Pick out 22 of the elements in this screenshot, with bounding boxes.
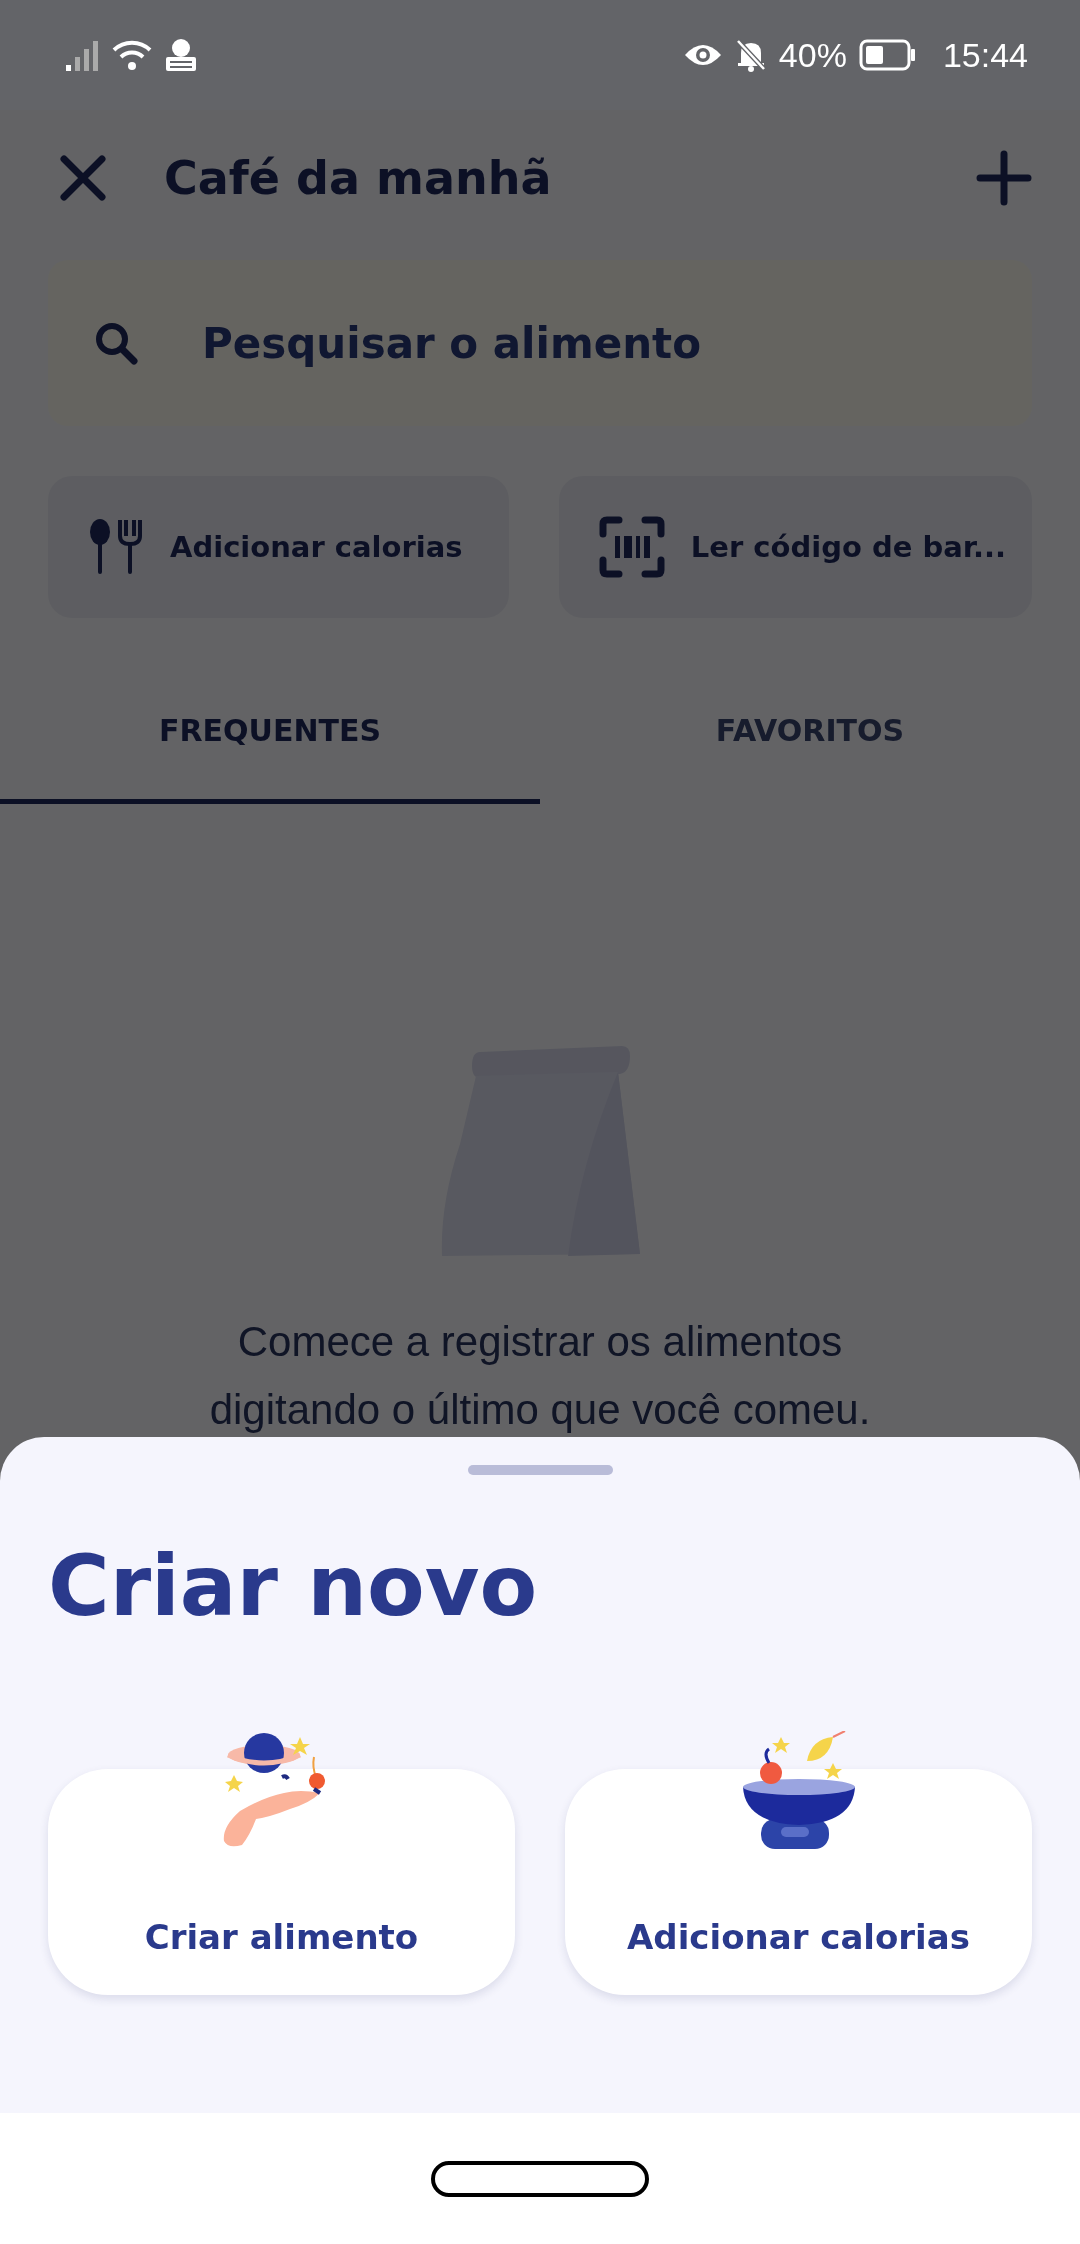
option-card[interactable]: Criar alimento [48, 1769, 515, 1995]
clock-time: 15:44 [942, 35, 1028, 75]
drag-handle[interactable] [467, 1465, 613, 1475]
sheet-title: Criar novo [48, 1537, 539, 1635]
option-card[interactable]: Adicionar calorias [565, 1769, 1032, 1995]
tab[interactable]: FAVORITOS [540, 668, 1080, 804]
tab[interactable]: FREQUENTES [0, 668, 540, 804]
spoon-fork-icon [88, 518, 144, 576]
close-button[interactable] [58, 153, 108, 203]
add-button[interactable] [976, 150, 1032, 206]
keyboard-icon [164, 38, 198, 72]
battery-percent: 40% [778, 35, 847, 75]
home-indicator[interactable] [431, 2160, 649, 2197]
action-button[interactable]: Adicionar calorias [48, 476, 509, 618]
wifi-icon [112, 38, 152, 72]
bell-off-icon [734, 38, 767, 72]
search-field[interactable]: Pesquisar o alimento [48, 260, 1032, 426]
screen-title: Café da manhã [164, 151, 552, 205]
action-button[interactable]: Ler código de bar... [558, 476, 1032, 618]
empty-message: Comece a registrar os alimentos digitando o último que você comeu. [208, 1317, 872, 1435]
barcode-scan-icon [598, 516, 665, 578]
battery-icon [858, 39, 917, 71]
